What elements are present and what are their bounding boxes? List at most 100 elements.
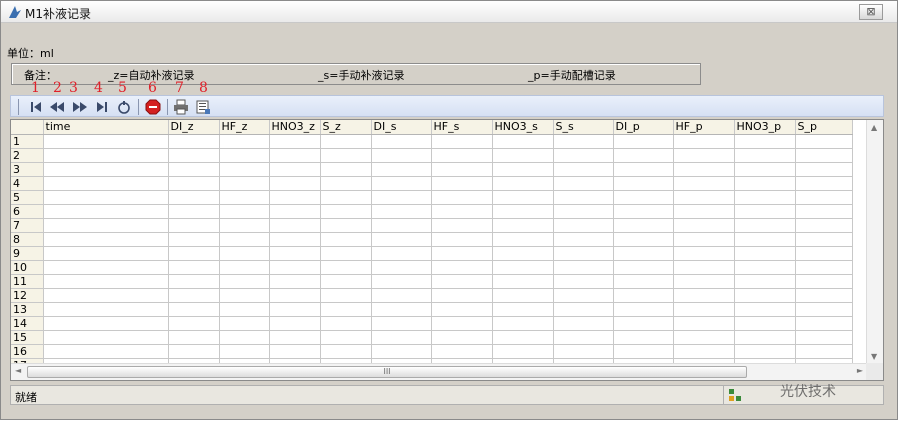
table-cell[interactable] (734, 344, 796, 359)
table-cell[interactable] (269, 232, 321, 247)
table-cell[interactable] (320, 190, 372, 205)
table-cell[interactable] (168, 190, 220, 205)
table-cell[interactable] (371, 260, 432, 275)
table-row[interactable]: 14 (11, 316, 853, 331)
table-cell[interactable] (269, 162, 321, 177)
table-cell[interactable] (673, 344, 735, 359)
table-cell[interactable] (734, 176, 796, 191)
table-cell[interactable] (795, 218, 853, 233)
scroll-up-icon[interactable]: ▲ (871, 123, 877, 132)
table-cell[interactable] (168, 232, 220, 247)
table-cell[interactable] (492, 330, 554, 345)
table-cell[interactable] (431, 316, 493, 331)
table-cell[interactable] (431, 162, 493, 177)
column-header-hf_p[interactable]: HF_p (673, 120, 735, 135)
table-cell[interactable] (320, 204, 372, 219)
table-cell[interactable] (673, 288, 735, 303)
table-cell[interactable] (371, 134, 432, 149)
column-header-hf_z[interactable]: HF_z (219, 120, 270, 135)
table-cell[interactable] (553, 176, 614, 191)
table-cell[interactable] (168, 302, 220, 317)
row-number[interactable]: 5 (11, 190, 44, 205)
table-cell[interactable] (734, 218, 796, 233)
table-cell[interactable] (553, 148, 614, 163)
table-cell[interactable] (320, 162, 372, 177)
table-cell[interactable] (734, 162, 796, 177)
table-cell[interactable] (43, 274, 169, 289)
table-cell[interactable] (320, 260, 372, 275)
table-cell[interactable] (43, 204, 169, 219)
table-cell[interactable] (431, 302, 493, 317)
table-cell[interactable] (673, 232, 735, 247)
table-cell[interactable] (269, 288, 321, 303)
table-row[interactable]: 12 (11, 288, 853, 303)
table-cell[interactable] (734, 274, 796, 289)
table-cell[interactable] (43, 232, 169, 247)
table-cell[interactable] (492, 344, 554, 359)
table-cell[interactable] (431, 260, 493, 275)
table-cell[interactable] (673, 330, 735, 345)
table-cell[interactable] (371, 190, 432, 205)
table-cell[interactable] (795, 204, 853, 219)
table-cell[interactable] (320, 344, 372, 359)
table-cell[interactable] (734, 148, 796, 163)
row-number[interactable]: 8 (11, 232, 44, 247)
table-cell[interactable] (269, 148, 321, 163)
row-number[interactable]: 13 (11, 302, 44, 317)
table-cell[interactable] (269, 316, 321, 331)
table-cell[interactable] (371, 330, 432, 345)
row-number[interactable]: 12 (11, 288, 44, 303)
refresh-icon[interactable] (116, 99, 132, 115)
table-cell[interactable] (320, 316, 372, 331)
table-cell[interactable] (269, 274, 321, 289)
column-header-s_p[interactable]: S_p (795, 120, 853, 135)
table-cell[interactable] (219, 218, 270, 233)
table-cell[interactable] (613, 302, 674, 317)
row-number[interactable]: 2 (11, 148, 44, 163)
table-cell[interactable] (43, 162, 169, 177)
table-cell[interactable] (734, 246, 796, 261)
table-cell[interactable] (168, 260, 220, 275)
table-cell[interactable] (431, 190, 493, 205)
table-cell[interactable] (269, 190, 321, 205)
table-cell[interactable] (795, 330, 853, 345)
table-cell[interactable] (795, 190, 853, 205)
table-cell[interactable] (43, 288, 169, 303)
column-header-hno3_z[interactable]: HNO3_z (269, 120, 321, 135)
table-cell[interactable] (613, 232, 674, 247)
table-cell[interactable] (320, 330, 372, 345)
table-cell[interactable] (795, 316, 853, 331)
table-cell[interactable] (43, 330, 169, 345)
table-cell[interactable] (553, 134, 614, 149)
table-cell[interactable] (673, 274, 735, 289)
table-cell[interactable] (492, 302, 554, 317)
table-cell[interactable] (43, 218, 169, 233)
row-number[interactable]: 3 (11, 162, 44, 177)
table-cell[interactable] (371, 316, 432, 331)
table-cell[interactable] (734, 288, 796, 303)
table-cell[interactable] (219, 246, 270, 261)
table-cell[interactable] (168, 218, 220, 233)
table-cell[interactable] (553, 316, 614, 331)
scroll-left-icon[interactable]: ◄ (15, 366, 21, 375)
table-row[interactable]: 13 (11, 302, 853, 317)
table-cell[interactable] (553, 260, 614, 275)
table-cell[interactable] (168, 176, 220, 191)
column-header-time[interactable]: time (43, 120, 169, 135)
column-header-hno3_p[interactable]: HNO3_p (734, 120, 796, 135)
table-cell[interactable] (673, 176, 735, 191)
table-cell[interactable] (43, 260, 169, 275)
stop-icon[interactable] (145, 99, 161, 115)
table-cell[interactable] (492, 316, 554, 331)
row-number[interactable]: 15 (11, 330, 44, 345)
table-cell[interactable] (734, 330, 796, 345)
table-cell[interactable] (43, 316, 169, 331)
table-cell[interactable] (492, 204, 554, 219)
table-row[interactable]: 1 (11, 134, 853, 149)
next-record-icon[interactable] (72, 99, 88, 115)
table-cell[interactable] (371, 246, 432, 261)
table-row[interactable]: 16 (11, 344, 853, 359)
column-header-hno3_s[interactable]: HNO3_s (492, 120, 554, 135)
table-cell[interactable] (371, 176, 432, 191)
table-cell[interactable] (613, 162, 674, 177)
